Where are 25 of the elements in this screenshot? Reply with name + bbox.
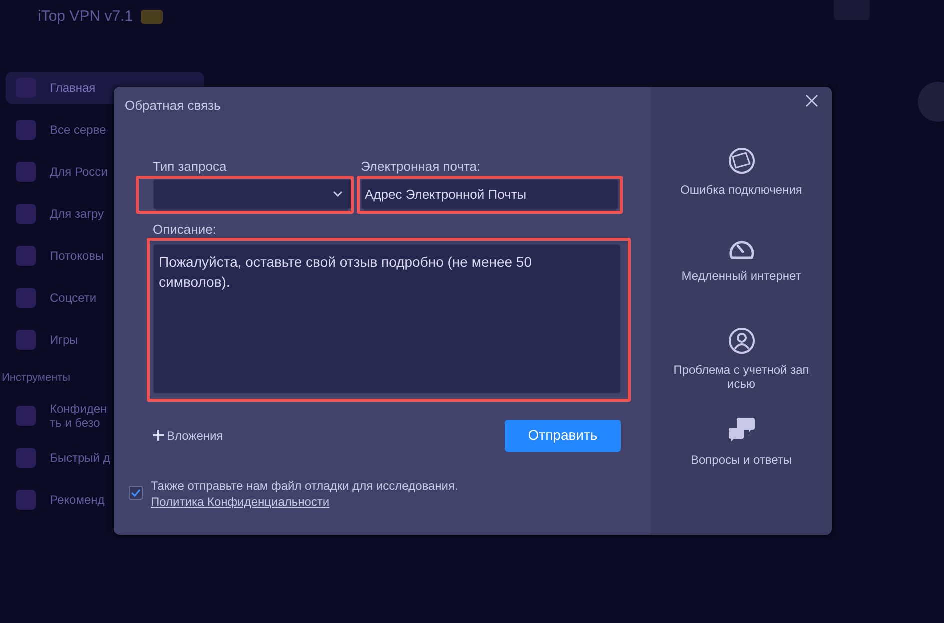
field-label: Описание: (153, 222, 216, 238)
chevron-down-icon (333, 191, 343, 197)
app-title: iTop VPN v7.1 (38, 6, 134, 27)
field-label: Электронная почта: (361, 158, 481, 174)
submit-button[interactable]: Отправить (505, 420, 621, 452)
user-icon (728, 327, 756, 355)
check-icon (131, 488, 141, 496)
globe-icon (728, 147, 756, 175)
section-title: Инструменты (1, 371, 71, 386)
privacy-link[interactable]: Политика Конфиденциальности (151, 494, 330, 508)
topic-button[interactable]: Ошибка подключения (666, 147, 816, 237)
badge-shape (141, 10, 164, 24)
request-type-dropdown[interactable] (153, 178, 352, 210)
plus-icon (153, 430, 164, 441)
debug-note: Также отправьте нам файл отладки для исследования. Политика Конфиденциальности (151, 478, 460, 510)
chat-bubbles-icon (728, 417, 756, 445)
attach-button[interactable]: Вложения (153, 426, 224, 444)
email-field[interactable]: Адрес Электронной Почты (361, 178, 619, 210)
field-label: Тип запроса (153, 158, 227, 174)
description-field[interactable]: Пожалуйста, оставьте свой отзыв подробно (не менее 50 символов). (153, 244, 621, 394)
topic-button[interactable]: Медленный интернет (666, 237, 816, 327)
checkbox[interactable] (129, 486, 143, 500)
topic-button[interactable]: Проблема с учетной зап исью (666, 327, 816, 417)
topic-button[interactable]: Вопросы и ответы (666, 417, 816, 507)
close-icon[interactable] (806, 95, 818, 107)
